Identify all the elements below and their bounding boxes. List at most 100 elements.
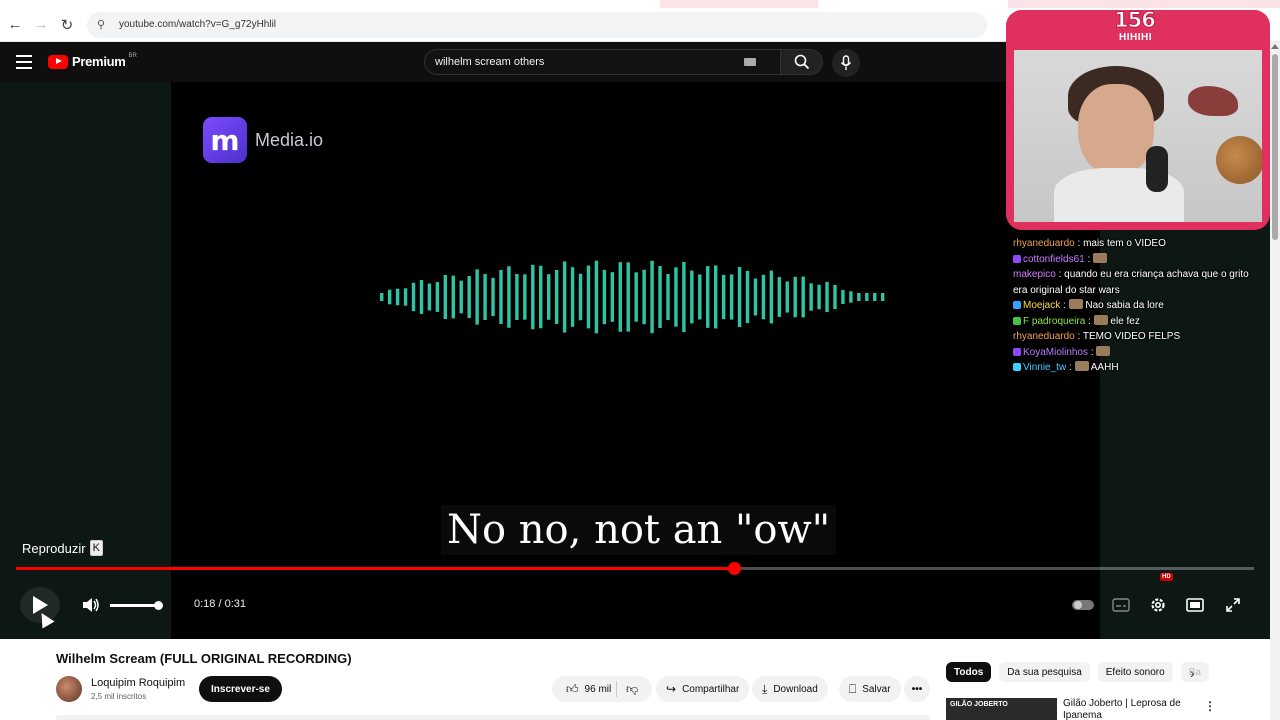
subtitle-caption: No no, not an "ow"	[441, 505, 837, 555]
youtube-logo[interactable]: Premium BR	[48, 53, 137, 69]
browser-tabstrip	[0, 0, 1280, 8]
chat-message: F padroqueira : ele fez	[1013, 314, 1263, 330]
waveform-bar	[658, 265, 662, 329]
url-text[interactable]: youtube.com/watch?v=G_g72yHhlil	[119, 19, 276, 30]
kebab-menu-icon[interactable]: ⋮	[1204, 699, 1216, 713]
waveform-bar	[666, 273, 670, 321]
waveform-bar	[785, 281, 789, 313]
waveform-bar	[825, 281, 829, 313]
page-scrollbar[interactable]	[1270, 42, 1280, 720]
waveform-bar	[650, 260, 654, 334]
scrollbar-thumb[interactable]	[1272, 54, 1278, 240]
waveform-bar	[817, 284, 821, 310]
waveform-bar	[467, 275, 471, 319]
search-input[interactable]: wilhelm scream others	[424, 49, 781, 75]
save-button[interactable]: ⎕ Salvar	[839, 676, 901, 702]
progress-bar[interactable]	[16, 562, 1254, 575]
reload-icon[interactable]: ↻	[55, 13, 79, 37]
chat-username: Moejack	[1023, 300, 1061, 311]
waveform-bar	[531, 264, 535, 330]
viewer-count: 156	[1114, 8, 1157, 33]
settings-icon	[1151, 598, 1165, 612]
chat-badge-icon	[1013, 316, 1021, 325]
search-query[interactable]: wilhelm scream others	[435, 56, 744, 68]
chip-efeito-sonoro[interactable]: Efeito sonoro	[1097, 662, 1173, 682]
chat-message: rhyaneduardo : mais tem o VIDEO	[1013, 238, 1166, 249]
chat-username: Vinnie_tw	[1023, 362, 1067, 373]
waveform-bar	[729, 274, 734, 320]
chevron-right-icon[interactable]: ›	[1190, 665, 1195, 681]
waveform-bar	[594, 260, 599, 334]
page: ← → ↻ ⚲ youtube.com/watch?v=G_g72yHhlil …	[0, 0, 1280, 720]
like-icon[interactable]: 👍︎	[566, 682, 579, 697]
theater-mode-button[interactable]	[1184, 591, 1206, 619]
keyboard-icon[interactable]	[744, 58, 756, 66]
waveform-bar	[745, 270, 750, 324]
hamburger-menu-icon[interactable]	[16, 55, 32, 69]
audio-waveform	[380, 260, 885, 334]
subtitles-button[interactable]	[1110, 591, 1132, 619]
autoplay-toggle[interactable]	[1072, 600, 1094, 610]
waveform-bar	[841, 290, 845, 304]
cookie-plush	[1216, 136, 1262, 184]
more-actions-button[interactable]: •••	[904, 676, 930, 702]
site-info-icon[interactable]: ⚲	[97, 18, 111, 32]
address-bar[interactable]: ⚲ youtube.com/watch?v=G_g72yHhlil	[87, 11, 987, 38]
microphone-icon	[840, 55, 852, 70]
chat-emote-icon	[1093, 314, 1108, 325]
browser-tab[interactable]	[818, 0, 1008, 8]
volume-button[interactable]	[80, 591, 102, 619]
chat-badge-icon	[1013, 363, 1021, 371]
voice-search-button[interactable]	[832, 49, 860, 77]
video-frame[interactable]: m Media.io No no, not an "ow"	[171, 82, 1100, 639]
waveform-bar	[809, 283, 813, 311]
fullscreen-button[interactable]	[1222, 591, 1244, 619]
waveform-bar	[435, 282, 440, 312]
volume-icon	[83, 598, 99, 612]
recommendation-title[interactable]: Gilão Joberto | Leprosa de Ipanema	[1063, 698, 1193, 720]
waveform-bar	[427, 283, 432, 311]
like-divider	[616, 681, 617, 697]
search-button[interactable]	[781, 49, 823, 75]
progress-scrubber[interactable]	[728, 562, 742, 575]
settings-button[interactable]	[1147, 591, 1169, 619]
stream-chat: rhyaneduardo : mais tem o VIDEO cottonfie…	[1013, 236, 1263, 376]
subscribe-button[interactable]: Inscrever-se	[199, 676, 282, 702]
chip-todos[interactable]: Todos	[946, 662, 992, 682]
recommendation-thumbnail[interactable]: GILÃO JOBERTO	[946, 698, 1057, 720]
waveform-bar	[499, 269, 503, 325]
waveform-bar	[753, 278, 758, 316]
waveform-bar	[873, 293, 877, 301]
waveform-bar	[801, 276, 805, 318]
chat-message: Vinnie_tw : AAHH	[1013, 360, 1263, 376]
dislike-icon[interactable]: 👎︎	[626, 682, 638, 697]
forward-icon[interactable]: →	[29, 13, 53, 37]
subtitles-icon	[1112, 598, 1130, 612]
chat-message: cottonfields61 :	[1013, 252, 1263, 268]
channel-avatar[interactable]	[56, 676, 82, 702]
volume-slider[interactable]	[110, 601, 163, 610]
waveform-bar	[547, 274, 551, 320]
chat-badge-icon	[1013, 254, 1021, 263]
channel-name[interactable]: Loquipim Roquipim	[91, 677, 185, 689]
waveform-bar	[380, 293, 384, 301]
scroll-up-arrow-icon[interactable]	[1271, 44, 1279, 49]
description-box-edge[interactable]	[56, 715, 930, 720]
chip-da-sua-pesquisa[interactable]: Da sua pesquisa	[999, 662, 1090, 682]
waveform-bar	[674, 267, 678, 327]
volume-knob[interactable]	[154, 601, 163, 610]
download-button[interactable]: ⤓ Download	[752, 676, 828, 702]
webcam-header: 156 HIHIHI	[1006, 8, 1270, 50]
waveform-bar	[714, 265, 718, 329]
share-button[interactable]: ↪ Compartilhar	[656, 676, 750, 702]
waveform-bar	[865, 293, 869, 301]
back-icon[interactable]: ←	[3, 13, 27, 37]
play-tooltip: Reproduzir K	[16, 537, 109, 559]
waveform-bar	[411, 282, 416, 312]
browser-tab[interactable]	[0, 0, 660, 8]
streamer-face	[1078, 84, 1154, 176]
waveform-bar	[451, 275, 455, 319]
waveform-bar	[857, 293, 861, 301]
waveform-bar	[642, 269, 646, 325]
like-count[interactable]: 96 mil	[585, 684, 612, 695]
